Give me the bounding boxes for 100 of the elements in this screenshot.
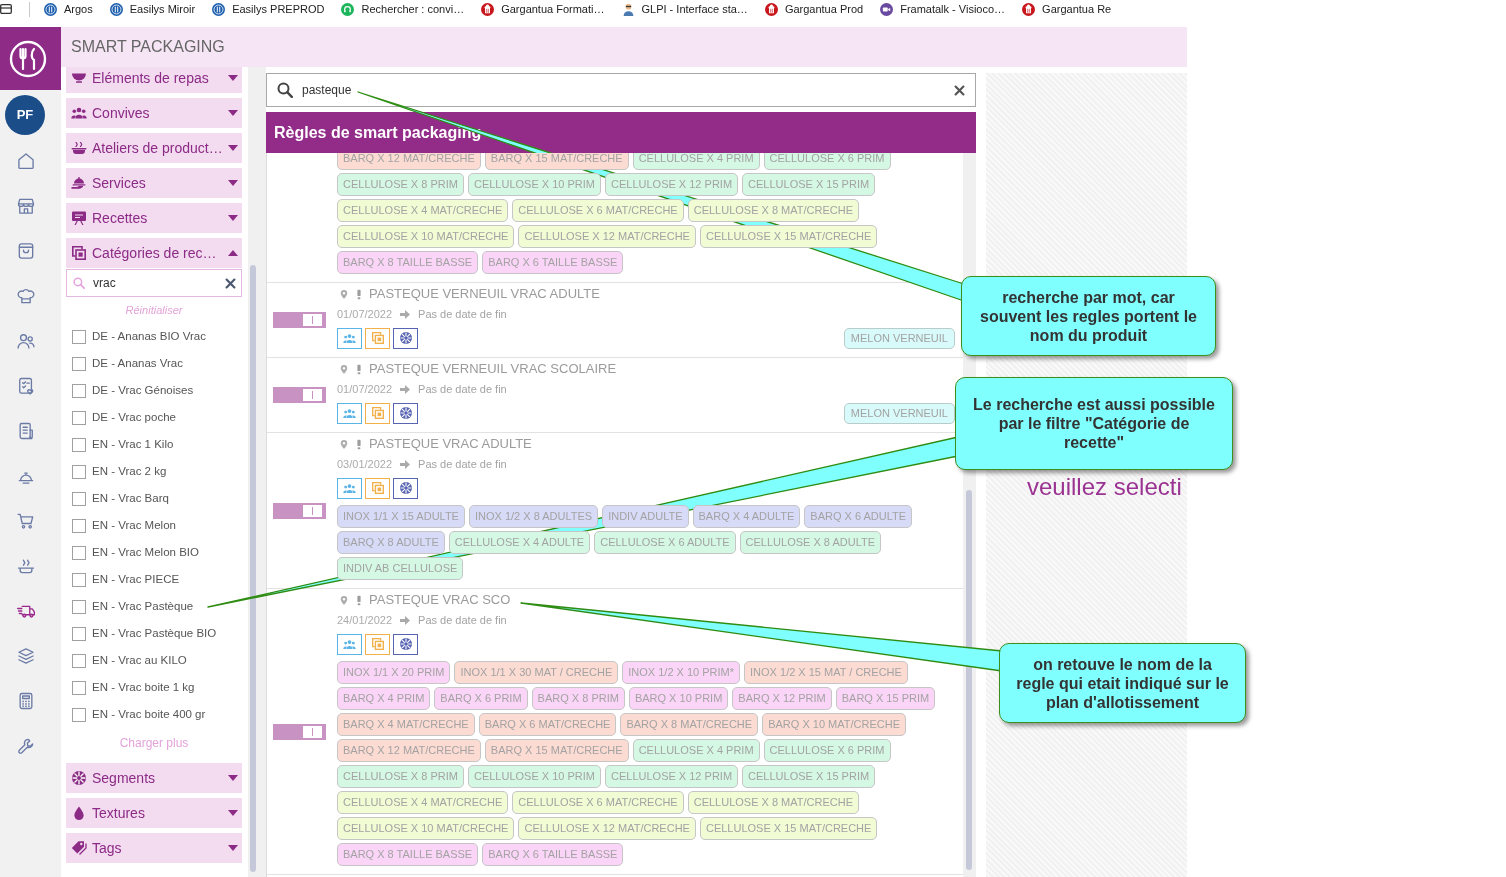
filter-header[interactable]: Segments	[66, 763, 242, 793]
search-field[interactable]: pasteque	[266, 73, 976, 107]
copies-icon	[71, 246, 87, 260]
bookmark[interactable]: Rechercher : convi…	[341, 0, 465, 18]
filter-header[interactable]: Recettes	[66, 203, 242, 233]
category-option[interactable]: DE - Ananas BIO Vrac	[92, 327, 206, 346]
bookmark[interactable]: Gargantua Prod	[764, 0, 864, 18]
search-field[interactable]: vrac	[66, 269, 242, 297]
checkbox[interactable]	[72, 707, 86, 722]
exclamation-icon	[357, 594, 361, 606]
category-option[interactable]: EN - Vrac 1 Kilo	[92, 435, 174, 454]
rule-title: PASTEQUE VRAC ADULTE	[369, 435, 532, 454]
fork-knife-icon[interactable]	[0, 27, 61, 90]
category-option[interactable]: DE - Vrac poche	[92, 408, 176, 427]
user-avatar[interactable]: PF	[5, 95, 45, 135]
people-icon	[343, 483, 356, 493]
checkbox[interactable]	[72, 518, 86, 533]
category-option[interactable]: EN - Vrac Barq	[92, 489, 169, 508]
filter-header[interactable]: Convives	[66, 98, 242, 128]
filter-header[interactable]: Eléments de repas	[66, 67, 242, 93]
checklist-icon[interactable]	[16, 376, 36, 396]
filter-header[interactable]: Ateliers de product…	[66, 133, 242, 163]
people-button[interactable]	[337, 327, 362, 349]
checkbox[interactable]	[72, 491, 86, 506]
packaging-tag: BARQ X 6 TAILLE BASSE	[482, 843, 624, 866]
checkbox[interactable]	[72, 626, 86, 641]
checkbox[interactable]	[72, 545, 86, 560]
checkbox[interactable]	[72, 383, 86, 398]
checkbox[interactable]	[72, 572, 86, 587]
wheel-button[interactable]	[393, 327, 418, 349]
category-option[interactable]: DE - Ananas Vrac	[92, 354, 183, 373]
packaging-tag: INOX 1/1 X 15 ADULTE	[337, 505, 465, 528]
bookmark[interactable]: Gargantua Formati…	[481, 0, 605, 18]
layers-icon[interactable]	[16, 646, 36, 666]
checkbox[interactable]	[72, 356, 86, 371]
checkbox[interactable]	[72, 599, 86, 614]
category-option[interactable]: EN - Vrac Melon BIO	[92, 543, 199, 562]
packaging-tag: BARQ X 8 TAILLE BASSE	[337, 251, 479, 274]
category-option[interactable]: EN - Vrac boite 1 kg	[92, 678, 195, 697]
caret-down-icon	[228, 75, 238, 81]
person-icon	[621, 2, 635, 16]
toggle-switch[interactable]	[273, 312, 326, 328]
scrollbar-thumb[interactable]	[250, 265, 256, 872]
home-icon[interactable]	[16, 151, 36, 171]
clear-icon[interactable]	[954, 84, 965, 96]
checkbox[interactable]	[72, 680, 86, 695]
bookmark[interactable]: Easilys Miroir	[109, 0, 196, 18]
toggle-switch[interactable]	[273, 387, 326, 403]
filter-header[interactable]: Tags	[66, 833, 242, 863]
toggle-switch[interactable]	[273, 723, 326, 740]
people-button[interactable]	[337, 633, 362, 655]
checkbox[interactable]	[72, 329, 86, 344]
people-button[interactable]	[337, 477, 362, 499]
filter-header[interactable]: Catégories de rec…	[66, 238, 242, 268]
bookmark[interactable]: Framatalk - Visioco…	[880, 0, 1006, 18]
cart-icon[interactable]	[16, 511, 36, 531]
checkbox[interactable]	[72, 437, 86, 452]
wrench-icon[interactable]	[16, 736, 36, 756]
category-option[interactable]: EN - Vrac Melon	[92, 516, 176, 535]
arrow-right-icon	[400, 384, 411, 394]
checkbox[interactable]	[72, 464, 86, 479]
category-option[interactable]: EN - Vrac boite 400 gr	[92, 705, 206, 724]
packaging-tag: BARQ X 6 PRIM	[434, 687, 528, 710]
category-option[interactable]: DE - Vrac Génoises	[92, 381, 194, 400]
category-option[interactable]: EN - Vrac PIECE	[92, 570, 180, 589]
search-icon	[277, 82, 293, 98]
filter-header[interactable]: Textures	[66, 798, 242, 828]
category-option[interactable]: EN - Vrac Pastèque BIO	[92, 624, 217, 643]
copies-icon	[371, 482, 384, 494]
arrow-right-icon	[400, 309, 411, 319]
users-icon[interactable]	[16, 331, 36, 351]
packaging-tag: CELLULOSE X 8 MAT/CRECHE	[687, 791, 860, 814]
toggle-switch[interactable]	[273, 502, 326, 519]
chef-hat-icon[interactable]	[16, 286, 36, 306]
packaging-tag: BARQ X 4 MAT/CRECHE	[337, 713, 475, 736]
category-option[interactable]: EN - Vrac 2 kg	[92, 462, 167, 481]
people-button[interactable]	[337, 402, 362, 424]
bookmark[interactable]: Gargantua Re	[1022, 0, 1112, 18]
packaging-tag: BARQ X 12 MAT/CRECHE	[337, 739, 481, 762]
window-icon[interactable]	[0, 3, 12, 15]
wheel-button[interactable]	[393, 402, 418, 424]
wheel-button[interactable]	[393, 633, 418, 655]
packaging-tag: CELLULOSE X 4 ADULTE	[448, 531, 591, 554]
category-option[interactable]: EN - Vrac au KILO	[92, 651, 187, 670]
filter-header[interactable]: Services	[66, 168, 242, 198]
checkbox[interactable]	[72, 410, 86, 425]
category-option[interactable]: EN - Vrac Pastèque	[92, 597, 194, 616]
clear-icon[interactable]	[225, 277, 236, 289]
fork-knife-icon	[44, 2, 57, 16]
scrollbar-thumb[interactable]	[966, 490, 972, 870]
packaging-tag: CELLULOSE X 6 ADULTE	[594, 531, 736, 554]
bookmark[interactable]: GLPI - Interface sta…	[621, 0, 748, 18]
pin-icon	[340, 363, 348, 375]
bookmark[interactable]: Easilys PREPROD	[212, 0, 325, 18]
store-icon[interactable]	[16, 196, 36, 216]
people-icon	[343, 408, 356, 418]
wheel-button[interactable]	[393, 477, 418, 499]
checkbox[interactable]	[72, 653, 86, 668]
bookmark[interactable]: Argos	[44, 0, 93, 18]
bag-icon[interactable]	[16, 241, 36, 261]
